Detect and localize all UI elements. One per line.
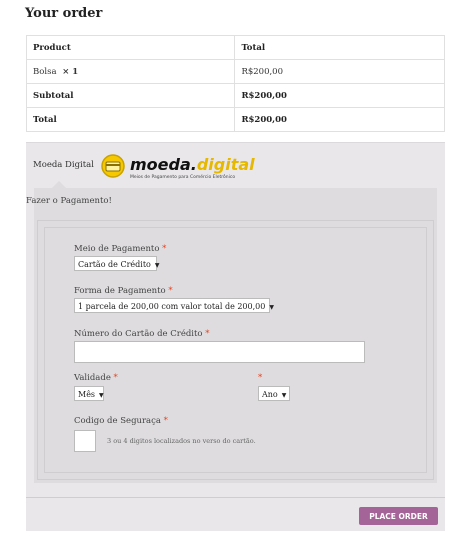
column-header-total: Total [234, 35, 445, 60]
product-name: Bolsa [33, 66, 57, 77]
payment-fieldset-outer: Meio de Pagamento * Cartão de Crédito ▼ F… [37, 220, 434, 480]
subtotal-value: R$200,00 [234, 83, 445, 108]
payment-method-label[interactable]: Moeda Digital [33, 160, 94, 170]
forma-label: Forma de Pagamento * [74, 286, 173, 296]
dropdown-arrow-icon: ▼ [154, 262, 160, 269]
product-total: R$200,00 [234, 59, 445, 84]
payment-box: Fazer o Pagamento! Meio de Pagamento * C… [26, 181, 437, 483]
dropdown-arrow-icon: ▼ [281, 392, 287, 399]
month-select[interactable]: Mês ▼ [74, 386, 104, 401]
moeda-digital-logo: moeda.digital Meios de Pagamento para Co… [100, 151, 255, 187]
table-header-row: Product Total [25, 35, 445, 60]
section-divider [26, 497, 445, 498]
place-order-button[interactable]: PLACE ORDER [359, 507, 438, 525]
dropdown-arrow-icon: ▼ [269, 304, 274, 311]
numero-label: Número do Cartão de Crédito * [74, 329, 210, 339]
column-header-product: Product [25, 35, 236, 60]
validade-label: Validade * [74, 373, 118, 383]
payment-section: Moeda Digital moeda.digital Meios de Pag… [26, 142, 445, 531]
product-quantity: × 1 [62, 66, 79, 77]
year-select[interactable]: Ano ▼ [258, 386, 290, 401]
forma-select[interactable]: 1 parcela de 200,00 com valor total de 2… [74, 298, 274, 313]
subtotal-label: Subtotal [25, 83, 236, 108]
order-table: Product Total Bolsa × 1 R$200,00 Subtota… [25, 35, 445, 132]
dropdown-arrow-icon: ▼ [99, 392, 104, 399]
logo-tagline: Meios de Pagamento para Comércio Eletrôn… [130, 175, 236, 180]
card-number-input[interactable] [74, 341, 365, 363]
total-label: Total [25, 107, 236, 132]
security-code-input[interactable] [74, 430, 96, 452]
security-code-help: 3 ou 4 digitos localizados no verso do c… [107, 437, 256, 445]
meio-select[interactable]: Cartão de Crédito ▼ [74, 256, 160, 271]
meio-label: Meio de Pagamento * [74, 244, 167, 254]
product-cell: Bolsa × 1 [25, 59, 236, 84]
total-value: R$200,00 [234, 107, 445, 132]
order-title: Your order [25, 6, 103, 21]
payment-instruction: Fazer o Pagamento! [26, 196, 112, 206]
moeda-logo-icon [101, 154, 125, 178]
table-row: Bolsa × 1 R$200,00 [25, 59, 445, 84]
codigo-label: Codigo de Seguraça * [74, 416, 168, 426]
logo-wordmark: moeda.digital [130, 155, 255, 174]
payment-box-pointer [52, 181, 66, 188]
subtotal-row: Subtotal R$200,00 [25, 83, 445, 108]
ano-required-mark: * [258, 373, 263, 383]
payment-fieldset-inner: Meio de Pagamento * Cartão de Crédito ▼ F… [44, 227, 427, 473]
total-row: Total R$200,00 [25, 107, 445, 132]
